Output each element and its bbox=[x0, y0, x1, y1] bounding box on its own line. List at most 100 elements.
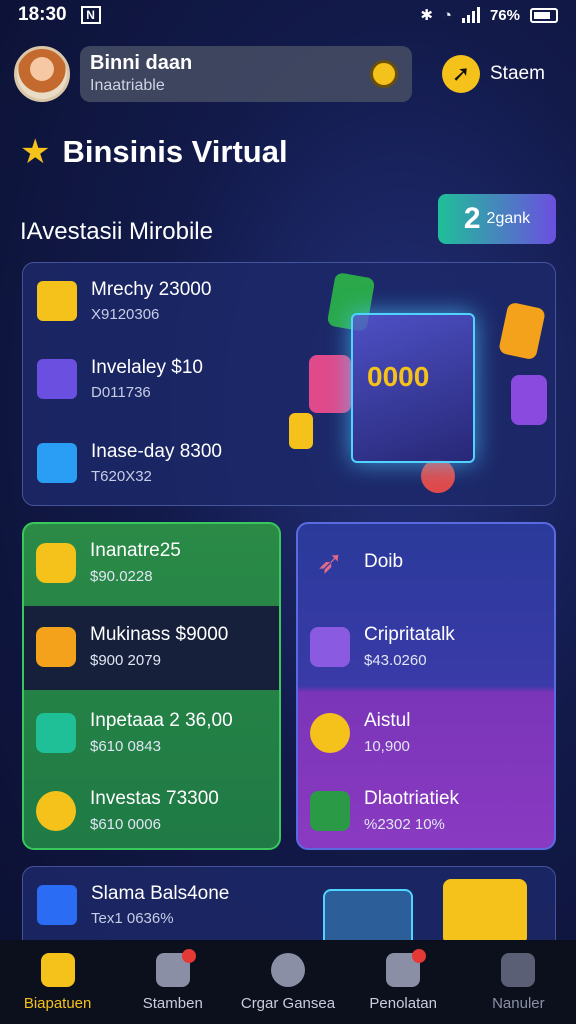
tablet-icon bbox=[37, 443, 77, 483]
cube-label: 0000 bbox=[367, 361, 430, 392]
medal-icon[interactable] bbox=[370, 60, 398, 88]
battery-icon bbox=[530, 7, 558, 23]
tab-label: Penolatan bbox=[369, 994, 437, 1012]
rocket-icon: ➶ bbox=[316, 544, 344, 580]
item-title: Inpetaaa 2 36,00 bbox=[90, 710, 233, 731]
list-item[interactable]: ➶ Doib bbox=[310, 542, 403, 582]
coin-icon bbox=[36, 790, 76, 831]
tab-label: Stamben bbox=[142, 994, 203, 1012]
item-title: Inanatre25 bbox=[90, 540, 181, 561]
item-title: Aistul bbox=[364, 710, 411, 731]
stream-label: Staem bbox=[490, 63, 545, 84]
stream-button[interactable]: ➚ Staem bbox=[442, 55, 545, 93]
cube-icon bbox=[37, 359, 77, 399]
notification-icon: N bbox=[80, 6, 101, 24]
dollar-card-icon bbox=[309, 355, 351, 413]
avatar[interactable] bbox=[14, 46, 70, 102]
notification-badge bbox=[412, 948, 427, 963]
profile-icon bbox=[501, 952, 536, 987]
tab-home[interactable]: Biapatuen bbox=[0, 952, 115, 1012]
item-value: 10,900 bbox=[364, 738, 410, 755]
tab-penolatan[interactable]: Penolatan bbox=[346, 948, 461, 1012]
home-icon bbox=[40, 952, 75, 987]
rank-button[interactable]: 2 2gank bbox=[438, 194, 556, 244]
cube-icon bbox=[310, 790, 350, 831]
item-value: Tex1 0636% bbox=[91, 910, 174, 927]
tab-label: Nanuler bbox=[492, 994, 545, 1012]
list-item[interactable]: Investas 73300 $610 0006 bbox=[36, 788, 219, 833]
header: Binni daan Inaatriable ➚ Staem bbox=[14, 44, 562, 104]
profile-card[interactable]: Binni daan Inaatriable bbox=[80, 46, 412, 102]
battery-percent: 76% bbox=[489, 6, 520, 24]
bookmark-icon bbox=[37, 281, 77, 321]
list-item[interactable]: Cripritatalk $43.0260 bbox=[310, 624, 455, 669]
investment-title: Mrechy 23000 bbox=[91, 279, 212, 300]
item-title: Mukinass $9000 bbox=[90, 624, 229, 645]
list-item[interactable]: Mukinass $9000 $900 2079 bbox=[36, 624, 228, 669]
star-icon: ★ bbox=[20, 133, 51, 171]
investment-value: T620X32 bbox=[91, 468, 152, 485]
tab-stamben[interactable]: Stamben bbox=[115, 948, 230, 1012]
investment-card: Mrechy 23000 X9120306 Invelaley $10 D011… bbox=[22, 262, 556, 506]
item-value: $900 2079 bbox=[90, 652, 161, 669]
chart-icon bbox=[37, 885, 77, 925]
status-bar: 18:30 N ✱ ◔ 76% bbox=[0, 0, 576, 30]
purple-investment-card: ➶ Doib Cripritatalk $43.0260 Aistul 10,9… bbox=[296, 522, 556, 850]
document-icon bbox=[310, 626, 350, 667]
item-value: $610 0006 bbox=[90, 816, 161, 833]
coin-stack-icon bbox=[289, 413, 313, 449]
item-title: Slama Bals4one bbox=[91, 883, 230, 904]
profile-name: Binni daan bbox=[90, 52, 193, 74]
alarm-icon: ◔ bbox=[442, 6, 452, 24]
list-item[interactable]: Dlaotriatiek %2302 10% bbox=[310, 788, 459, 833]
investment-item[interactable]: Invelaley $10 D011736 bbox=[37, 357, 203, 401]
item-title: Cripritatalk bbox=[364, 624, 455, 645]
list-item[interactable]: Inpetaaa 2 36,00 $610 0843 bbox=[36, 710, 233, 755]
investment-value: D011736 bbox=[91, 384, 151, 401]
status-time: 18:30 bbox=[18, 4, 67, 25]
item-title: Investas 73300 bbox=[90, 788, 219, 809]
item-title: Doib bbox=[364, 551, 404, 572]
compass-icon bbox=[270, 952, 305, 987]
item-value: $90.0228 bbox=[90, 568, 153, 585]
investment-title: Inase-day 8300 bbox=[91, 441, 222, 462]
profile-subtitle: Inaatriable bbox=[90, 77, 165, 94]
item-value: %2302 10% bbox=[364, 816, 445, 833]
coin-stack-icon bbox=[36, 542, 76, 583]
signal-icon bbox=[461, 7, 480, 23]
page-title: Binsinis Virtual bbox=[62, 134, 288, 169]
investment-item[interactable]: Mrechy 23000 X9120306 bbox=[37, 279, 211, 323]
list-item[interactable]: Slama Bals4one Tex1 0636% bbox=[37, 883, 229, 927]
bluetooth-icon: ✱ bbox=[420, 7, 433, 24]
dollar-card-icon bbox=[511, 375, 547, 425]
title-row: ★ Binsinis Virtual bbox=[20, 132, 288, 172]
rocket-icon: ➚ bbox=[442, 55, 480, 93]
green-investment-card: Inanatre25 $90.0228 Mukinass $9000 $900 … bbox=[22, 522, 281, 850]
safe-cube-illustration: 0000 bbox=[351, 313, 475, 463]
rank-label: 2gank bbox=[486, 210, 531, 227]
box-icon bbox=[36, 626, 76, 667]
bottom-tab-bar: Biapatuen Stamben Crgar Gansea Penolatan… bbox=[0, 940, 576, 1024]
list-item[interactable]: Inanatre25 $90.0228 bbox=[36, 540, 181, 585]
item-title: Dlaotriatiek bbox=[364, 788, 460, 809]
dollar-card-icon bbox=[498, 301, 546, 361]
item-value: $43.0260 bbox=[364, 652, 427, 669]
box-illustration bbox=[443, 879, 527, 945]
coin-icon bbox=[310, 712, 350, 753]
tab-crgar-gansea[interactable]: Crgar Gansea bbox=[230, 952, 345, 1012]
item-value: $610 0843 bbox=[90, 738, 161, 755]
notification-badge bbox=[181, 948, 196, 963]
mail-icon bbox=[386, 948, 427, 987]
user-icon bbox=[155, 948, 196, 987]
coin-icon bbox=[421, 459, 455, 493]
tab-label: Crgar Gansea bbox=[240, 994, 336, 1012]
investment-value: X9120306 bbox=[91, 306, 160, 323]
investment-item[interactable]: Inase-day 8300 T620X32 bbox=[37, 441, 222, 485]
tab-label: Biapatuen bbox=[23, 994, 92, 1012]
investment-title: Invelaley $10 bbox=[91, 357, 203, 378]
tab-nanuler[interactable]: Nanuler bbox=[461, 952, 576, 1012]
document-icon bbox=[36, 712, 76, 753]
section-title: IAvestasii Mirobile bbox=[20, 218, 213, 245]
rank-number: 2 bbox=[463, 202, 481, 235]
list-item[interactable]: Aistul 10,900 bbox=[310, 710, 410, 755]
